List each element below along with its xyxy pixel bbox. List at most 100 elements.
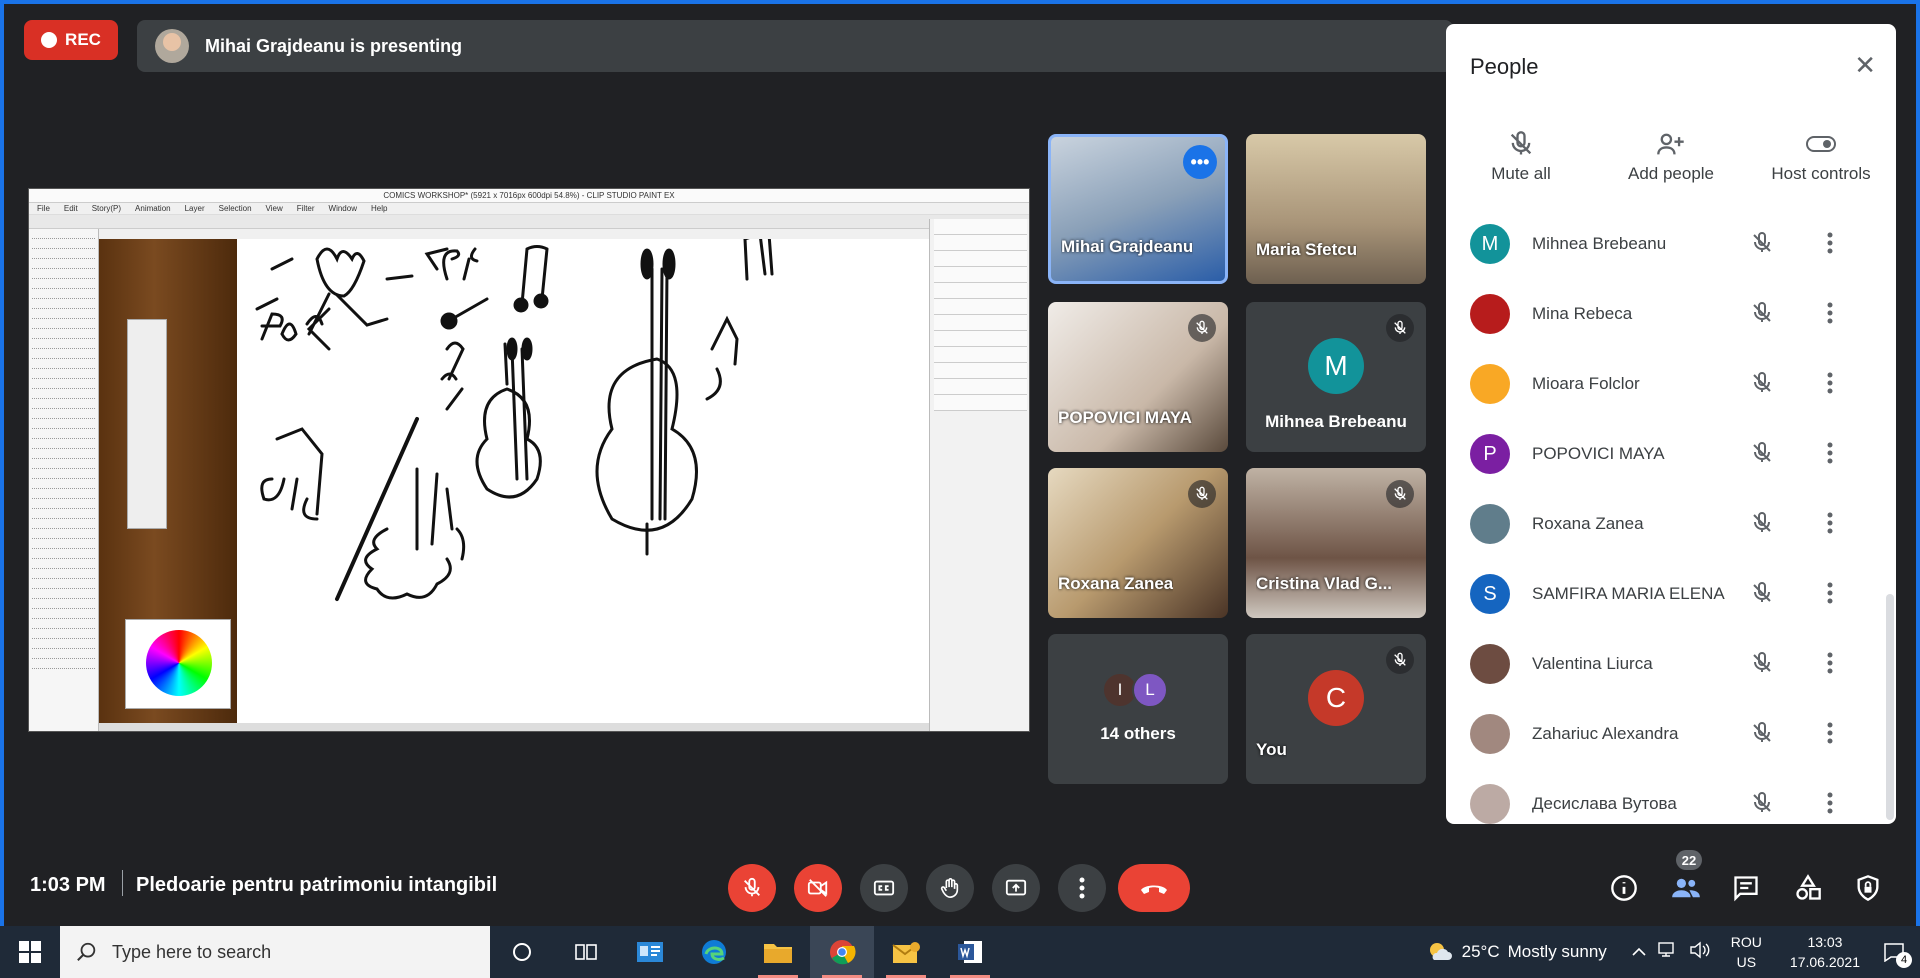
list-item[interactable]: Десислава Вутова — [1446, 769, 1896, 824]
host-controls-button-bar[interactable] — [1852, 872, 1884, 904]
control-bar: 1:03 PM Pledoarie pentru patrimoniu inta… — [8, 840, 1920, 928]
participant-tile[interactable]: M Mihnea Brebeanu — [1246, 302, 1426, 452]
activities-button[interactable] — [1792, 872, 1824, 904]
chat-icon — [1734, 876, 1758, 902]
mic-off-icon — [1750, 721, 1774, 750]
list-item[interactable]: Zahariuc Alexandra — [1446, 699, 1896, 769]
word-icon — [958, 941, 982, 963]
mic-off-icon — [1188, 314, 1216, 342]
sketch-drawing — [255, 231, 774, 601]
participant-name: You — [1256, 740, 1287, 759]
mic-off-icon — [1750, 301, 1774, 330]
lang-line2: US — [1736, 954, 1757, 970]
participant-tile[interactable]: Maria Sfetcu — [1246, 134, 1426, 284]
start-button[interactable] — [0, 926, 60, 978]
volume-icon[interactable] — [1689, 941, 1711, 964]
taskbar-app-chrome[interactable] — [810, 926, 874, 978]
contacts-app-icon — [637, 942, 663, 962]
network-icon[interactable] — [1657, 941, 1679, 964]
leave-call-button[interactable] — [1118, 864, 1190, 912]
avatar — [1470, 784, 1510, 824]
list-item[interactable]: M Mihnea Brebeanu — [1446, 209, 1896, 279]
others-tile[interactable]: I L 14 others — [1048, 634, 1228, 784]
taskbar-clock[interactable]: 13:03 17.06.2021 — [1790, 932, 1860, 972]
list-item[interactable]: Mioara Folclor — [1446, 349, 1896, 419]
panel-actions: Mute all Add people Host controls — [1446, 124, 1896, 184]
chevron-up-icon[interactable] — [1631, 942, 1647, 962]
more-vert-icon[interactable] — [1826, 231, 1834, 260]
chat-button[interactable] — [1730, 872, 1762, 904]
more-vert-icon[interactable] — [1826, 301, 1834, 330]
avatar: S — [1470, 574, 1510, 614]
participant-tile[interactable]: Roxana Zanea — [1048, 468, 1228, 618]
avatar — [1470, 294, 1510, 334]
taskbar-app-mail[interactable] — [874, 926, 938, 978]
participant-name: Mihai Grajdeanu — [1061, 237, 1194, 256]
more-vert-icon[interactable] — [1826, 371, 1834, 400]
more-options-button[interactable] — [1058, 864, 1106, 912]
meeting-details-button[interactable] — [1608, 872, 1640, 904]
mic-off-icon — [1750, 651, 1774, 680]
panel-scrollbar[interactable] — [1886, 594, 1894, 820]
more-vert-icon[interactable] — [1826, 651, 1834, 680]
toggle-icon — [1746, 124, 1896, 164]
shared-menu-item: Layer — [184, 204, 205, 213]
record-dot-icon — [41, 32, 58, 48]
people-button[interactable] — [1670, 872, 1702, 904]
present-button[interactable] — [992, 864, 1040, 912]
mail-app-icon — [892, 942, 920, 963]
more-options-icon[interactable]: ••• — [1183, 145, 1217, 179]
task-view-button[interactable] — [554, 926, 618, 978]
more-vert-icon[interactable] — [1826, 511, 1834, 540]
avatar: M — [1470, 224, 1510, 264]
windows-logo-icon — [19, 941, 41, 963]
participant-tile[interactable]: Cristina Vlad G... — [1246, 468, 1426, 618]
participant-tile[interactable]: ••• Mihai Grajdeanu — [1048, 134, 1228, 284]
list-item[interactable]: P POPOVICI MAYA — [1446, 419, 1896, 489]
more-vert-icon[interactable] — [1826, 441, 1834, 470]
meeting-title: Pledoarie pentru patrimoniu intangibil — [136, 874, 498, 896]
shared-toolbar — [29, 215, 1029, 229]
list-item[interactable]: S SAMFIRA MARIA ELENA — [1446, 559, 1896, 629]
participant-tile[interactable]: POPOVICI MAYA — [1048, 302, 1228, 452]
taskbar-search-input[interactable]: Type here to search — [60, 926, 490, 978]
mic-off-icon — [1386, 480, 1414, 508]
captions-button[interactable] — [860, 864, 908, 912]
cortana-button[interactable] — [490, 926, 554, 978]
mic-toggle-button[interactable] — [728, 864, 776, 912]
taskbar-app-word[interactable] — [938, 926, 1002, 978]
list-item[interactable]: Valentina Liurca — [1446, 629, 1896, 699]
shared-menu-item: Story(P) — [91, 204, 122, 213]
host-controls-button[interactable]: Host controls — [1746, 124, 1896, 184]
avatar — [1470, 504, 1510, 544]
language-indicator[interactable]: ROU US — [1731, 932, 1762, 972]
camera-toggle-button[interactable] — [794, 864, 842, 912]
taskbar-app-explorer[interactable] — [746, 926, 810, 978]
close-icon[interactable]: ✕ — [1854, 50, 1876, 81]
shared-menu-item: Edit — [63, 204, 78, 213]
edge-icon — [702, 940, 726, 964]
notification-center-button[interactable]: 4 — [1874, 942, 1914, 968]
folder-icon — [764, 944, 792, 963]
add-people-button[interactable]: Add people — [1596, 124, 1746, 184]
mic-off-icon — [1750, 231, 1774, 260]
more-vert-icon[interactable] — [1826, 581, 1834, 610]
list-item[interactable]: Roxana Zanea — [1446, 489, 1896, 559]
more-vert-icon[interactable] — [1826, 721, 1834, 750]
presenting-banner: Mihai Grajdeanu is presenting — [137, 20, 1453, 72]
taskbar-app-edge[interactable] — [682, 926, 746, 978]
raise-hand-button[interactable] — [926, 864, 974, 912]
list-item[interactable]: Mina Rebeca — [1446, 279, 1896, 349]
more-vert-icon — [1079, 877, 1085, 899]
participant-avatar: M — [1308, 338, 1364, 394]
mute-all-button[interactable]: Mute all — [1446, 124, 1596, 184]
notification-count: 4 — [1896, 952, 1912, 968]
tool-palette — [127, 319, 167, 529]
color-wheel — [125, 619, 231, 709]
rec-label: REC — [65, 30, 101, 49]
weather-widget[interactable]: 25°C Mostly sunny — [1426, 940, 1607, 964]
mic-off-icon — [1446, 124, 1596, 164]
self-tile[interactable]: C You — [1246, 634, 1426, 784]
taskbar-app-contacts[interactable] — [618, 926, 682, 978]
more-vert-icon[interactable] — [1826, 791, 1834, 820]
